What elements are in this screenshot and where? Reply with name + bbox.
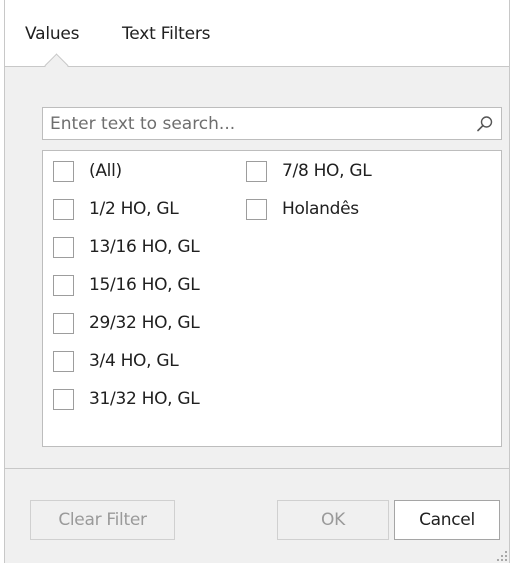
list-item-all[interactable]: (All) [53, 159, 122, 183]
list-item[interactable]: 13/16 HO, GL [53, 235, 200, 259]
values-list: (All) 1/2 HO, GL 13/16 HO, GL 15/16 HO, … [42, 150, 502, 447]
checkbox[interactable] [53, 350, 74, 372]
list-item-label: 1/2 HO, GL [89, 199, 179, 219]
list-item-label: (All) [89, 161, 122, 181]
list-item-label: 31/32 HO, GL [89, 389, 200, 409]
checkbox[interactable] [53, 312, 74, 334]
search-icon[interactable] [475, 114, 495, 134]
list-item-label: 15/16 HO, GL [89, 275, 200, 295]
list-item[interactable]: 3/4 HO, GL [53, 349, 179, 373]
list-item-label: 3/4 HO, GL [89, 351, 179, 371]
list-item-label: Holandês [282, 199, 359, 219]
filter-content: Values Text Filters (All) 1/2 HO, GL 13/… [5, 0, 509, 469]
checkbox[interactable] [53, 274, 74, 296]
clear-filter-button[interactable]: Clear Filter [30, 500, 175, 540]
checkbox[interactable] [53, 160, 74, 182]
list-item[interactable]: 29/32 HO, GL [53, 311, 200, 335]
search-box [42, 107, 502, 140]
list-item[interactable]: 7/8 HO, GL [246, 159, 372, 183]
resize-grip-icon[interactable] [493, 547, 507, 561]
checkbox[interactable] [53, 388, 74, 410]
checkbox[interactable] [53, 198, 74, 220]
list-item[interactable]: 1/2 HO, GL [53, 197, 179, 221]
checkbox[interactable] [246, 160, 267, 182]
tab-strip: Values Text Filters [5, 0, 509, 67]
button-bar: Clear Filter OK Cancel [5, 469, 509, 563]
filter-popup: Values Text Filters (All) 1/2 HO, GL 13/… [4, 0, 510, 563]
tab-values[interactable]: Values [25, 24, 80, 44]
ok-button[interactable]: OK [277, 500, 389, 540]
list-item[interactable]: Holandês [246, 197, 359, 221]
cancel-button[interactable]: Cancel [394, 500, 500, 540]
list-item[interactable]: 31/32 HO, GL [53, 387, 200, 411]
checkbox[interactable] [53, 236, 74, 258]
checkbox[interactable] [246, 198, 267, 220]
search-input[interactable] [43, 108, 470, 139]
list-item[interactable]: 15/16 HO, GL [53, 273, 200, 297]
list-item-label: 29/32 HO, GL [89, 313, 200, 333]
list-item-label: 7/8 HO, GL [282, 161, 372, 181]
list-item-label: 13/16 HO, GL [89, 237, 200, 257]
tab-text-filters[interactable]: Text Filters [122, 24, 211, 44]
